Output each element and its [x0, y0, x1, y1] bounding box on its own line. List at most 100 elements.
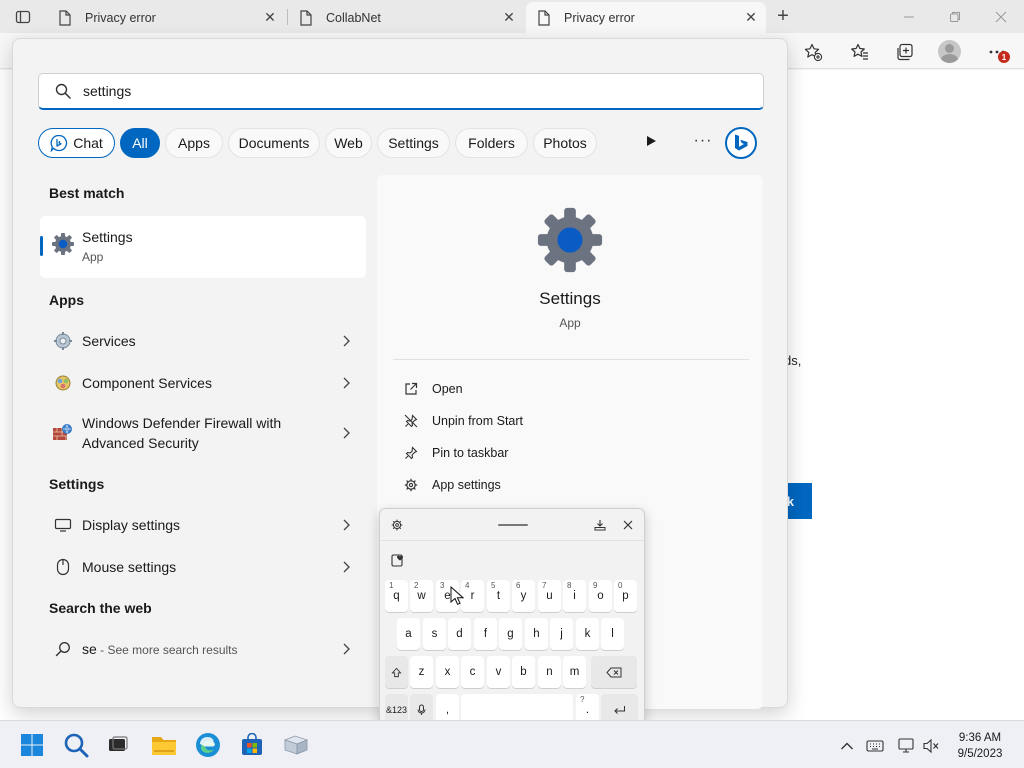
app-icon[interactable]: [282, 731, 310, 759]
volume-muted-icon[interactable]: [922, 737, 940, 755]
add-favorite-icon[interactable]: [800, 39, 826, 65]
best-match-settings[interactable]: Settings App: [40, 216, 366, 278]
more-options-icon[interactable]: ···: [691, 131, 715, 151]
key-r[interactable]: 4r: [461, 580, 484, 612]
key-x[interactable]: x: [436, 656, 459, 688]
filter-folders[interactable]: Folders: [455, 128, 528, 158]
filter-settings[interactable]: Settings: [377, 128, 450, 158]
bing-chat-icon: [50, 134, 68, 152]
key-m[interactable]: m: [563, 656, 586, 688]
tab-collabnet[interactable]: CollabNet ✕: [288, 2, 524, 33]
action-open[interactable]: Open: [403, 377, 463, 401]
keyboard-dock-icon[interactable]: [592, 517, 608, 533]
shift-icon: [391, 667, 402, 677]
key-p[interactable]: 0p: [614, 580, 637, 612]
play-icon[interactable]: [641, 131, 661, 151]
profile-avatar[interactable]: [938, 40, 961, 63]
key-k[interactable]: k: [576, 618, 599, 650]
key-t[interactable]: 5t: [487, 580, 510, 612]
search-box[interactable]: [38, 73, 764, 110]
action-pin-to-taskbar[interactable]: Pin to taskbar: [403, 441, 508, 465]
bing-icon[interactable]: [725, 127, 757, 159]
new-tab-icon[interactable]: +: [772, 5, 794, 27]
key-backspace[interactable]: [591, 656, 637, 688]
key-o[interactable]: 9o: [589, 580, 612, 612]
key-s[interactable]: s: [423, 618, 446, 650]
key-a[interactable]: a: [397, 618, 420, 650]
close-tab-icon[interactable]: ✕: [263, 9, 277, 25]
enter-icon: [614, 706, 625, 714]
filter-photos[interactable]: Photos: [533, 128, 597, 158]
key-n[interactable]: n: [538, 656, 561, 688]
action-app-settings[interactable]: App settings: [403, 473, 501, 497]
best-match-subtitle: App: [82, 250, 104, 264]
tab-privacy-error-2[interactable]: Privacy error ✕: [526, 2, 766, 33]
document-icon: [298, 9, 314, 26]
close-tab-icon[interactable]: ✕: [502, 9, 516, 25]
key-u[interactable]: 7u: [538, 580, 561, 612]
keyboard-drag-handle[interactable]: [498, 524, 528, 526]
start-windows-icon[interactable]: [18, 731, 46, 759]
web-query-suffix: - See more search results: [96, 642, 238, 657]
chevron-up-icon[interactable]: [838, 737, 856, 755]
settings-gear-icon: [52, 233, 74, 255]
favorites-icon[interactable]: [847, 39, 873, 65]
keyboard-close-icon[interactable]: [620, 517, 636, 533]
minimize-icon[interactable]: [898, 6, 920, 28]
key-v[interactable]: v: [487, 656, 510, 688]
key-shift[interactable]: [385, 656, 408, 688]
result-display-settings[interactable]: Display settings: [40, 505, 366, 545]
result-web-search[interactable]: se - See more search results: [40, 629, 366, 669]
result-label: Services: [82, 333, 136, 349]
unpin-icon: [403, 413, 419, 429]
chevron-right-icon: [340, 377, 352, 389]
key-i[interactable]: 8i: [563, 580, 586, 612]
key-y[interactable]: 6y: [512, 580, 535, 612]
chevron-right-icon: [340, 519, 352, 531]
close-window-icon[interactable]: [990, 6, 1012, 28]
keyboard-settings-icon[interactable]: [389, 517, 405, 533]
filter-web[interactable]: Web: [325, 128, 372, 158]
task-view-icon[interactable]: [104, 731, 132, 759]
restore-icon[interactable]: [944, 6, 966, 28]
system-clock[interactable]: 9:36 AM 9/5/2023: [948, 730, 1012, 762]
chevron-right-icon: [340, 427, 352, 439]
filter-apps[interactable]: Apps: [165, 128, 223, 158]
key-q[interactable]: 1q: [385, 580, 408, 612]
key-b[interactable]: b: [512, 656, 535, 688]
key-z[interactable]: z: [410, 656, 433, 688]
result-windows-defender-firewall[interactable]: Windows Defender Firewall with Advanced …: [40, 405, 366, 461]
tab-actions-icon[interactable]: [12, 6, 34, 28]
key-w[interactable]: 2w: [410, 580, 433, 612]
result-services[interactable]: Services: [40, 321, 366, 361]
collections-icon[interactable]: [892, 39, 918, 65]
taskbar-search-icon[interactable]: [62, 731, 90, 759]
result-mouse-settings[interactable]: Mouse settings: [40, 547, 366, 587]
key-d[interactable]: d: [448, 618, 471, 650]
action-unpin-from-start[interactable]: Unpin from Start: [403, 409, 523, 433]
search-input[interactable]: [83, 83, 683, 99]
filter-documents[interactable]: Documents: [228, 128, 320, 158]
detail-subtitle: App: [559, 316, 581, 330]
key-c[interactable]: c: [461, 656, 484, 688]
close-tab-icon[interactable]: ✕: [744, 9, 758, 25]
key-g[interactable]: g: [499, 618, 522, 650]
microsoft-store-icon[interactable]: [238, 731, 266, 759]
file-explorer-icon[interactable]: [150, 731, 178, 759]
tab-privacy-error-1[interactable]: Privacy error ✕: [47, 2, 285, 33]
result-component-services[interactable]: Component Services: [40, 363, 366, 403]
key-h[interactable]: h: [525, 618, 548, 650]
key-l[interactable]: l: [601, 618, 624, 650]
result-label: Windows Defender Firewall with Advanced …: [82, 415, 282, 451]
browser-tab-bar: Privacy error ✕ CollabNet ✕ Privacy erro…: [0, 0, 1024, 33]
filter-chat[interactable]: Chat: [38, 128, 115, 158]
key-f[interactable]: f: [474, 618, 497, 650]
network-icon[interactable]: [898, 737, 916, 755]
emoji-clipboard-icon[interactable]: [390, 552, 406, 568]
touch-keyboard-icon[interactable]: [866, 737, 884, 755]
filter-all[interactable]: All: [120, 128, 160, 158]
key-j[interactable]: j: [550, 618, 573, 650]
apps-heading: Apps: [49, 292, 84, 308]
edge-browser-icon[interactable]: [194, 731, 222, 759]
services-gear-icon: [52, 330, 74, 352]
